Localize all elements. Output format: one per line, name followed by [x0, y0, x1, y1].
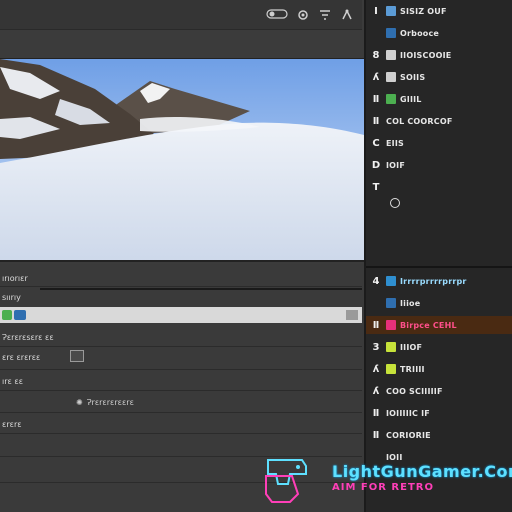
- divider: [0, 286, 362, 287]
- sidebar-item-key: D: [371, 159, 381, 171]
- sidebar-item-key: Ⅱ: [372, 429, 380, 441]
- filter-icon[interactable]: [318, 8, 332, 22]
- sidebar-item-label: GIIIL: [400, 94, 422, 104]
- layer-color-chip: [386, 28, 396, 38]
- sidebar-item-label: EIIS: [386, 138, 404, 148]
- sidebar-item-key: C: [372, 137, 380, 149]
- sidebar-item-key: 4: [372, 275, 380, 287]
- sidebar-divider: [366, 266, 512, 268]
- settings-icon[interactable]: [296, 8, 310, 22]
- lightgun-logo-icon: [265, 459, 307, 503]
- sidebar-item-label: Orbooce: [400, 28, 440, 38]
- add-effect-button[interactable]: ✺ Ɂrɛrɛrɛrɛɛrɛ: [76, 394, 134, 410]
- checkbox-button[interactable]: [70, 350, 84, 362]
- sidebar-item-key: T: [372, 181, 380, 193]
- toggle-icon[interactable]: [266, 8, 288, 22]
- sidebar-item-label: IOIIIIIC IF: [386, 408, 430, 418]
- sidebar-item-label: SOIIS: [400, 72, 426, 82]
- selected-layer-row[interactable]: [0, 307, 362, 323]
- sidebar-item-label: COL COORCOF: [386, 116, 453, 126]
- layer-color-chip: [386, 298, 396, 308]
- layers-sidebar: Ⅰ SISIZ OUF Orbooce 8 IIOISCOOIE ʎ SOIIS Ⅱ GIIIL…: [364, 0, 512, 512]
- add-effect-label: Ɂrɛrɛrɛrɛɛrɛ: [86, 397, 134, 407]
- sidebar-item-label: TRIIII: [400, 364, 425, 374]
- sidebar-item[interactable]: Ⅱ IOIIIIIC IF: [366, 404, 512, 422]
- layer-color-chip: [386, 72, 396, 82]
- sidebar-item[interactable]: ʎ COO SCIIIIIF: [366, 382, 512, 400]
- property-label: ırɛ ɛɛ: [2, 377, 24, 386]
- sidebar-item[interactable]: ʎ SOIIS: [366, 68, 512, 86]
- property-label: ɛrɛ ɛrɛrɛɛ: [2, 353, 41, 362]
- layer-type-icon: [14, 310, 26, 320]
- property-label: ɛrɛrɛ: [2, 420, 22, 429]
- toolbar-icons: [266, 8, 354, 22]
- watermark: LightGunGamer.Com AIM FOR RETRO: [262, 450, 512, 508]
- sidebar-item-label: Iiioe: [400, 298, 421, 308]
- divider: [0, 346, 362, 347]
- sidebar-item-label: IIIOF: [400, 342, 423, 352]
- layer-color-chip: [386, 94, 396, 104]
- sidebar-item-key: ʎ: [372, 71, 380, 83]
- divider: [0, 390, 362, 391]
- panel-row-label: sıırıy: [2, 293, 21, 302]
- sidebar-item[interactable]: D IOIF: [366, 156, 512, 174]
- sidebar-item-key: Ⅰ: [374, 5, 378, 17]
- property-label: Ɂɛrɛrɛsɛrɛ ɛɛ: [2, 333, 54, 342]
- circle-tool-icon[interactable]: [390, 198, 400, 208]
- sidebar-item-label: COO SCIIIIIF: [386, 386, 443, 396]
- layer-color-chip: [386, 6, 396, 16]
- app-window: ırıorıɛr sıırıy Ɂɛrɛrɛsɛrɛ ɛɛ ɛrɛ ɛrɛrɛɛ…: [0, 0, 512, 512]
- sidebar-item-key: Ⅱ: [372, 115, 380, 127]
- sidebar-item-key: Ⅱ: [372, 407, 380, 419]
- sidebar-item-label: SISIZ OUF: [400, 6, 447, 16]
- sidebar-item-key: 3: [372, 341, 380, 353]
- sidebar-item[interactable]: 4 Irrrrprrrrprrpr: [366, 272, 512, 290]
- layer-color-chip: [386, 320, 396, 330]
- sidebar-item-label: IOIF: [386, 160, 406, 170]
- image-viewer[interactable]: [0, 58, 364, 262]
- layer-color-chip: [386, 342, 396, 352]
- divider: [0, 412, 362, 413]
- sidebar-item-label: Birpce CEHL: [400, 320, 457, 330]
- sidebar-item[interactable]: Orbooce: [366, 24, 512, 42]
- sidebar-item-key: ʎ: [372, 385, 380, 397]
- sidebar-item[interactable]: Iiioe: [366, 294, 512, 312]
- timeline-track[interactable]: [40, 288, 362, 290]
- sidebar-item[interactable]: Ⅱ COL COORCOF: [366, 112, 512, 130]
- sidebar-item[interactable]: 3 IIIOF: [366, 338, 512, 356]
- sidebar-item-key: 8: [372, 49, 380, 61]
- sidebar-item[interactable]: C EIIS: [366, 134, 512, 152]
- watermark-subtitle: AIM FOR RETRO: [332, 482, 434, 493]
- sidebar-item[interactable]: Ⅱ CORIORIE: [366, 426, 512, 444]
- mountain-image: [0, 59, 364, 260]
- sidebar-item[interactable]: ʎ TRIIII: [366, 360, 512, 378]
- sidebar-item-label: CORIORIE: [386, 430, 431, 440]
- drag-handle-icon[interactable]: [346, 310, 358, 320]
- sidebar-item-label: Irrrrprrrrprrpr: [400, 276, 467, 286]
- effect-icon: ✺: [76, 397, 83, 407]
- divider: [0, 369, 362, 370]
- divider: [0, 433, 362, 434]
- top-toolbar: [0, 0, 362, 30]
- sidebar-item[interactable]: Ⅱ Birpce CEHL: [366, 316, 512, 334]
- share-icon[interactable]: [340, 8, 354, 22]
- sidebar-item[interactable]: Ⅰ SISIZ OUF: [366, 2, 512, 20]
- sidebar-item[interactable]: T: [366, 178, 512, 196]
- layer-color-chip: [386, 276, 396, 286]
- sidebar-item[interactable]: 8 IIOISCOOIE: [366, 46, 512, 64]
- sidebar-item-key: Ⅱ: [372, 93, 380, 105]
- sidebar-item-key: Ⅱ: [372, 319, 380, 331]
- layer-color-chip: [386, 364, 396, 374]
- sidebar-item-label: IIOISCOOIE: [400, 50, 452, 60]
- sidebar-item-key: ʎ: [372, 363, 380, 375]
- layer-color-chip: [386, 50, 396, 60]
- watermark-title: LightGunGamer.Com: [332, 462, 512, 481]
- sidebar-item[interactable]: Ⅱ GIIIL: [366, 90, 512, 108]
- layer-color-chip: [2, 310, 12, 320]
- panel-row-label: ırıorıɛr: [2, 274, 28, 283]
